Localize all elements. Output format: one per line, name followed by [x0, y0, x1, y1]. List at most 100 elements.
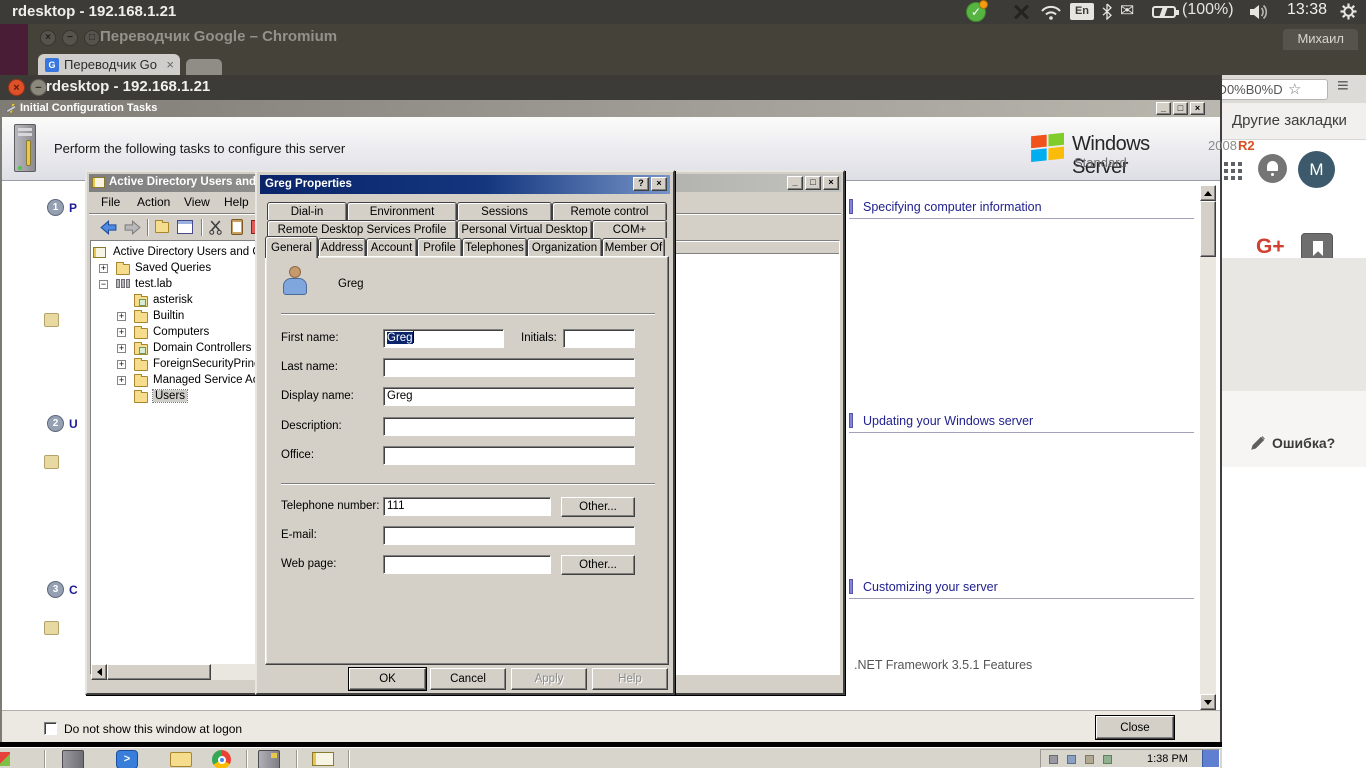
expand-icon[interactable]: +: [117, 312, 126, 321]
office-field[interactable]: [383, 446, 635, 465]
error-link[interactable]: Ошибка?: [1272, 435, 1335, 451]
battery-icon[interactable]: [1152, 6, 1176, 18]
taskbar-clock[interactable]: 1:38 PM: [1147, 753, 1188, 765]
taskbar-ad-icon[interactable]: [312, 752, 334, 766]
session-gear-icon[interactable]: [1340, 3, 1357, 20]
menu-help[interactable]: Help: [224, 195, 249, 209]
rdesktop-minimize-button[interactable]: −: [30, 79, 47, 96]
ict-titlebar[interactable]: Initial Configuration Tasks _ □ ×: [2, 100, 1220, 117]
rdesktop-titlebar[interactable]: × − rdesktop - 192.168.1.21: [0, 75, 1222, 100]
ad-close-button[interactable]: ×: [823, 176, 839, 190]
google-apps-grid-icon[interactable]: [1224, 162, 1228, 166]
tray-icon[interactable]: [1049, 755, 1058, 764]
tab-telephones[interactable]: Telephones: [462, 238, 527, 256]
menu-hamburger-icon[interactable]: ≡: [1337, 75, 1349, 98]
dialog-titlebar[interactable]: Greg Properties ? ×: [260, 175, 670, 194]
volume-icon[interactable]: [1249, 4, 1269, 20]
telephone-field[interactable]: 111: [383, 497, 551, 516]
expand-icon[interactable]: +: [117, 360, 126, 369]
tab-remote-control[interactable]: Remote control: [552, 202, 667, 220]
expand-icon[interactable]: +: [99, 264, 108, 273]
ok-button[interactable]: OK: [349, 668, 426, 690]
chromium-close-button[interactable]: ×: [40, 30, 56, 46]
folder-up-icon[interactable]: [155, 222, 169, 233]
tab-profile[interactable]: Profile: [417, 238, 462, 256]
tree-hscrollbar[interactable]: [91, 664, 261, 680]
forward-arrow-icon[interactable]: [123, 220, 142, 235]
scroll-left-button[interactable]: [91, 664, 107, 680]
console-tree-toggle-icon[interactable]: [177, 220, 193, 234]
expand-icon[interactable]: +: [117, 376, 126, 385]
menu-action[interactable]: Action: [137, 195, 170, 209]
skype-status-icon[interactable]: ✓: [966, 2, 986, 22]
logon-checkbox[interactable]: [44, 722, 57, 735]
scroll-thumb[interactable]: [107, 664, 211, 680]
ad-minimize-button[interactable]: _: [787, 176, 803, 190]
chromium-profile-button[interactable]: Михаил: [1283, 29, 1358, 50]
taskbar-folder-icon[interactable]: [170, 752, 192, 767]
tree-item-domain[interactable]: test.lab: [135, 278, 172, 290]
tab-environment[interactable]: Environment: [347, 202, 457, 220]
display-name-field[interactable]: Greg: [383, 387, 635, 406]
apply-button[interactable]: Apply: [511, 668, 587, 690]
cancel-button[interactable]: Cancel: [430, 668, 506, 690]
last-name-field[interactable]: [383, 358, 635, 377]
chromium-maximize-button[interactable]: □: [84, 30, 100, 46]
tab-close-icon[interactable]: ×: [166, 57, 174, 72]
tray-icon[interactable]: [1085, 755, 1094, 764]
tab-member-of[interactable]: Member Of: [602, 238, 665, 256]
tree-item-domain-controllers[interactable]: Domain Controllers: [153, 342, 251, 354]
web-page-field[interactable]: [383, 555, 551, 574]
logon-checkbox-label[interactable]: Do not show this window at logon: [64, 722, 242, 736]
ict-close-button[interactable]: Close: [1096, 716, 1174, 739]
gplus-icon[interactable]: G+: [1256, 235, 1285, 259]
email-field[interactable]: [383, 526, 635, 545]
wifi-icon[interactable]: [1040, 5, 1062, 20]
tab-address[interactable]: Address: [318, 238, 366, 256]
paste-icon[interactable]: [231, 219, 243, 235]
help-link-specifying[interactable]: Specifying computer information: [863, 200, 1042, 214]
tray-icon[interactable]: [1067, 755, 1076, 764]
web-page-other-button[interactable]: Other...: [561, 555, 635, 575]
tab-organization[interactable]: Organization: [527, 238, 602, 256]
tree-item-saved-queries[interactable]: Saved Queries: [135, 262, 211, 274]
tray-icon[interactable]: [1103, 755, 1112, 764]
tab-personal-virtual-desktop[interactable]: Personal Virtual Desktop: [457, 220, 592, 238]
show-desktop-button[interactable]: [1202, 750, 1219, 767]
dialog-close-button[interactable]: ×: [651, 177, 667, 191]
dialog-help-button[interactable]: ?: [633, 177, 649, 191]
ict-minimize-button[interactable]: _: [1156, 102, 1171, 115]
account-avatar[interactable]: M: [1298, 151, 1335, 188]
taskbar-server-manager-icon[interactable]: [258, 750, 280, 768]
taskbar-chrome-icon[interactable]: [212, 750, 231, 768]
ict-scrollbar[interactable]: [1200, 185, 1216, 710]
taskbar-powershell-icon[interactable]: >: [116, 750, 138, 768]
clock[interactable]: 13:38: [1287, 1, 1327, 19]
tab-general-active[interactable]: General: [265, 236, 318, 258]
scroll-track[interactable]: [1200, 201, 1216, 694]
tree-item-users[interactable]: Users: [153, 390, 187, 402]
tree-item-managed-service[interactable]: Managed Service Acco: [153, 374, 271, 386]
expand-icon[interactable]: +: [117, 328, 126, 337]
scroll-up-button[interactable]: [1200, 185, 1216, 201]
menu-file[interactable]: File: [101, 195, 120, 209]
help-link-updating[interactable]: Updating your Windows server: [863, 414, 1033, 428]
tree-item-root[interactable]: Active Directory Users and Co: [113, 246, 267, 258]
menu-view[interactable]: View: [184, 195, 210, 209]
collapse-icon[interactable]: −: [99, 280, 108, 289]
back-arrow-icon[interactable]: [99, 220, 118, 235]
scroll-down-button[interactable]: [1200, 694, 1216, 710]
tree-item-foreign-security[interactable]: ForeignSecurityPrincip: [153, 358, 269, 370]
mail-icon[interactable]: ✉: [1120, 1, 1134, 21]
ad-maximize-button[interactable]: □: [805, 176, 821, 190]
description-field[interactable]: [383, 417, 635, 436]
start-button-clipped[interactable]: [0, 752, 10, 766]
tab-com-plus[interactable]: COM+: [592, 220, 667, 238]
chromium-minimize-button[interactable]: −: [62, 30, 78, 46]
tab-account[interactable]: Account: [366, 238, 417, 256]
bluetooth-icon[interactable]: [1101, 3, 1113, 20]
telephone-other-button[interactable]: Other...: [561, 497, 635, 517]
tree-item-builtin[interactable]: Builtin: [153, 310, 184, 322]
help-button[interactable]: Help: [592, 668, 668, 690]
windows-taskbar[interactable]: > 1:38 PM: [0, 747, 1222, 768]
